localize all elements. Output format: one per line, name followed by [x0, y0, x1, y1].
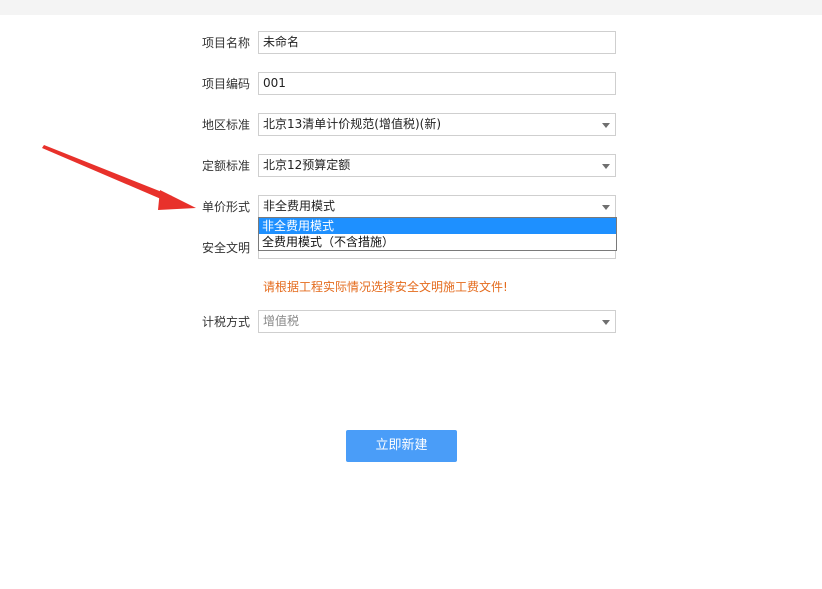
tax-method-value: 增值税 — [263, 314, 300, 328]
chevron-down-icon — [602, 123, 610, 128]
top-bar — [0, 0, 822, 15]
dropdown-option-full-cost[interactable]: 全费用模式（不含措施） — [259, 234, 616, 250]
unit-price-mode-value: 非全费用模式 — [263, 199, 336, 213]
project-code-label: 项目编码 — [201, 77, 250, 91]
safety-civil-label: 安全文明 — [201, 241, 250, 255]
unit-price-mode-dropdown: 非全费用模式 全费用模式（不含措施） — [258, 217, 617, 251]
create-now-button[interactable]: 立即新建 — [346, 430, 457, 462]
unit-price-mode-select[interactable]: 非全费用模式 — [258, 195, 616, 218]
chevron-down-icon — [602, 320, 610, 325]
project-name-label: 项目名称 — [201, 36, 250, 50]
tax-method-label: 计税方式 — [201, 315, 250, 329]
chevron-down-icon — [602, 205, 610, 210]
project-name-input[interactable]: 未命名 — [258, 31, 616, 54]
quota-standard-select[interactable]: 北京12预算定额 — [258, 154, 616, 177]
arrow-shaft — [42, 145, 172, 202]
red-arrow-annotation — [42, 145, 196, 210]
region-standard-label: 地区标准 — [201, 118, 250, 132]
dropdown-option-non-full-cost[interactable]: 非全费用模式 — [259, 218, 616, 234]
arrow-head — [158, 190, 196, 210]
region-standard-value: 北京13清单计价规范(增值税)(新) — [263, 117, 441, 131]
safety-fee-hint: 请根据工程实际情况选择安全文明施工费文件! — [263, 280, 508, 294]
chevron-down-icon — [602, 164, 610, 169]
region-standard-select[interactable]: 北京13清单计价规范(增值税)(新) — [258, 113, 616, 136]
tax-method-select[interactable]: 增值税 — [258, 310, 616, 333]
project-code-input[interactable]: 001 — [258, 72, 616, 95]
quota-standard-value: 北京12预算定额 — [263, 158, 351, 172]
